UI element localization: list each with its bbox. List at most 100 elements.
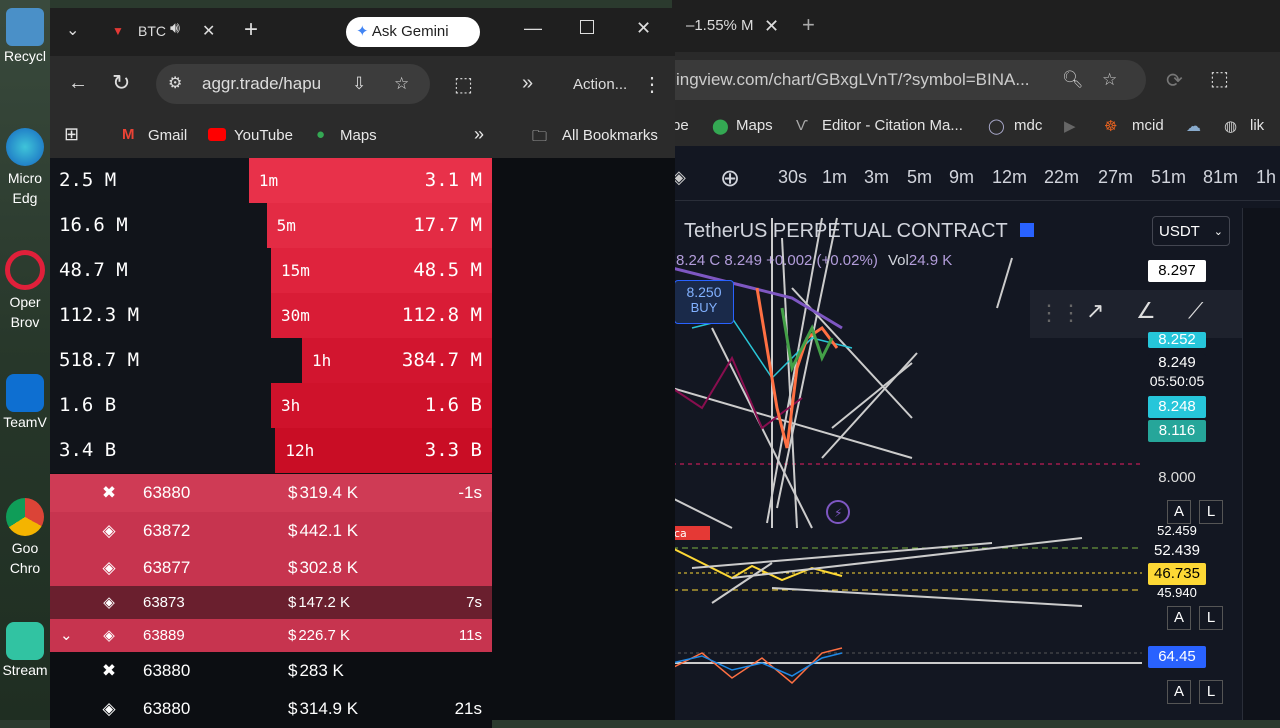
timeframe-label: 30m [281,306,310,325]
currency-symbol: $ [288,558,298,577]
bookmark-citation[interactable]: Editor - Citation Ma... [822,117,963,134]
extensions-icon[interactable]: ⬚ [454,72,473,97]
apps-grid-icon[interactable]: ⊞ [64,124,79,145]
chrome-shortcut-icon[interactable]: Goo Chro [0,498,50,578]
amount-value: 319.4 K [299,483,359,502]
bookmark-youtube[interactable]: YouTube [234,127,293,144]
alert-a-button[interactable]: A [1167,680,1191,704]
trade-row[interactable]: ◈ 63873 $147.2 K 7s [50,586,492,619]
sell-volume: 1.6 B [59,394,117,416]
bookmark-mcid[interactable]: mcid [1132,117,1164,134]
arrow-tool-icon[interactable]: ↗ [1086,298,1104,324]
exchange-okx-icon: ✖ [101,661,117,680]
ask-gemini-button[interactable]: ✦ Ask Gemini [346,17,480,47]
bookmark-maps[interactable]: Maps [340,127,377,144]
new-tab-icon[interactable]: + [802,12,815,38]
flag-icon[interactable] [1020,223,1034,237]
close-window-icon[interactable]: ✕ [636,18,651,39]
maximize-icon[interactable] [580,20,594,34]
tf-12m[interactable]: 12m [992,167,1027,188]
zoom-icon[interactable]: 🔍︎ [1062,60,1084,100]
edge-shortcut-icon[interactable]: Micro Edg [0,128,50,208]
stat-row: 16.6 M 5m 17.7 M [50,203,492,248]
close-icon[interactable]: ✕ [202,21,215,41]
back-icon[interactable]: ← [68,72,88,95]
tf-1m[interactable]: 1m [822,167,847,188]
menu-icon[interactable]: ⋮ [642,72,662,97]
close-icon[interactable]: ✕ [764,8,779,44]
log-l-button[interactable]: L [1199,500,1223,524]
extensions-icon[interactable]: ⬚ [1210,66,1229,91]
speaker-icon[interactable]: 🔊︎ [170,20,180,38]
currency-symbol: $ [288,594,297,611]
trade-price: 63873 [143,594,185,611]
buy-button[interactable]: 8.250 BUY [674,280,734,324]
bookmark-lik[interactable]: lik [1250,117,1264,134]
tf-9m[interactable]: 9m [949,167,974,188]
tab-search-icon[interactable]: ⌄ [66,20,79,40]
price-label-high: 8.297 [1148,260,1206,282]
recycle-bin-icon[interactable]: Recycl [0,8,50,64]
opera-shortcut-icon[interactable]: Oper Brov [0,250,50,332]
trade-row[interactable]: ✖ 63880 $283 K [50,652,492,690]
teamviewer-shortcut-icon[interactable]: TeamV [0,374,50,430]
tf-30s[interactable]: 30s [778,167,807,188]
trade-row[interactable]: ◈ 63877 $302.8 K [50,549,492,586]
bookmark-maps[interactable]: Maps [736,117,773,134]
tf-5m[interactable]: 5m [907,167,932,188]
bookmark-folder-icon[interactable]: ▶ [1064,117,1076,135]
new-tab-icon[interactable]: + [244,16,258,44]
price-label: 8.116 [1148,420,1206,442]
buy-volume: 112.8 M [401,304,482,326]
trade-row[interactable]: ⌄ ◈ 63889 $226.7 K 11s [50,619,492,652]
desktop: Recycl Micro Edg Oper Brov TeamV Goo Chr… [0,0,50,720]
trade-row[interactable]: ◈ 63872 $442.1 K [50,512,492,549]
log-l-button[interactable]: L [1199,606,1223,630]
trade-row[interactable]: ◈ 63880 $314.9 K 21s [50,690,492,728]
drag-handle-icon[interactable]: ⋮⋮ [1038,300,1082,326]
streamlabs-shortcut-icon[interactable]: Stream [0,622,50,678]
site-info-icon[interactable]: ⚙ [168,64,182,104]
alert-a-button[interactable]: A [1167,606,1191,630]
currency-select[interactable]: USDT ⌄ [1152,216,1230,246]
gmail-icon: M [122,126,135,143]
star-icon[interactable]: ☆ [1102,60,1117,100]
indicator-label: ca [674,527,687,540]
buy-volume: 48.5 M [413,259,482,281]
tf-1h[interactable]: 1h [1256,167,1276,188]
more-bookmarks-icon[interactable]: » [474,124,484,145]
more-tools-icon[interactable]: » [522,72,533,95]
buy-volume: 17.7 M [413,214,482,236]
all-bookmarks-button[interactable]: All Bookmarks [562,127,658,144]
trade-price: 63880 [143,483,191,502]
indicator-value: 52.439 [1154,542,1200,559]
bookmark-star-icon[interactable]: ☆ [394,64,409,104]
action-extension-button[interactable]: Action... [573,76,627,93]
bookmark-mdc[interactable]: mdc [1014,117,1042,134]
stat-row: 48.7 M 15m 48.5 M [50,248,492,293]
install-app-icon[interactable]: ⇩ [352,64,366,104]
trend-angle-icon[interactable]: ∠ [1136,298,1156,324]
address-bar[interactable]: ⚙ aggr.trade/hapu ⇩ ☆ [156,64,430,104]
price-label: 8.248 [1148,396,1206,418]
sync-icon[interactable]: ⟳ [1166,68,1183,93]
currency-symbol: $ [288,483,298,502]
bookmark-gmail[interactable]: Gmail [148,127,187,144]
log-l-button[interactable]: L [1199,680,1223,704]
tf-51m[interactable]: 51m [1151,167,1186,188]
alert-a-button[interactable]: A [1167,500,1191,524]
tf-81m[interactable]: 81m [1203,167,1238,188]
tv-address-bar[interactable]: ingview.com/chart/GBxgLVnT/?symbol=BINA.… [672,60,1146,100]
add-indicator-icon[interactable]: ⊕ [720,164,740,193]
chevron-down-icon[interactable]: ⌄ [60,619,73,652]
reload-icon[interactable]: ↻ [112,70,130,96]
trendline-icon[interactable]: ⟋ [1188,298,1203,324]
price-chart[interactable]: ⚡ ca TetherUS PERPETUAL CONTRACT 8.24 C … [672,208,1280,720]
tf-22m[interactable]: 22m [1044,167,1079,188]
tf-3m[interactable]: 3m [864,167,889,188]
minimize-icon[interactable]: — [524,18,542,39]
tab-btc[interactable]: ▼ BTC 🔊︎ ✕ [108,16,228,48]
tf-27m[interactable]: 27m [1098,167,1133,188]
tv-tab[interactable]: –1.55% M ✕ [676,8,806,44]
trade-row[interactable]: ✖ 63880 $319.4 K -1s [50,474,492,512]
